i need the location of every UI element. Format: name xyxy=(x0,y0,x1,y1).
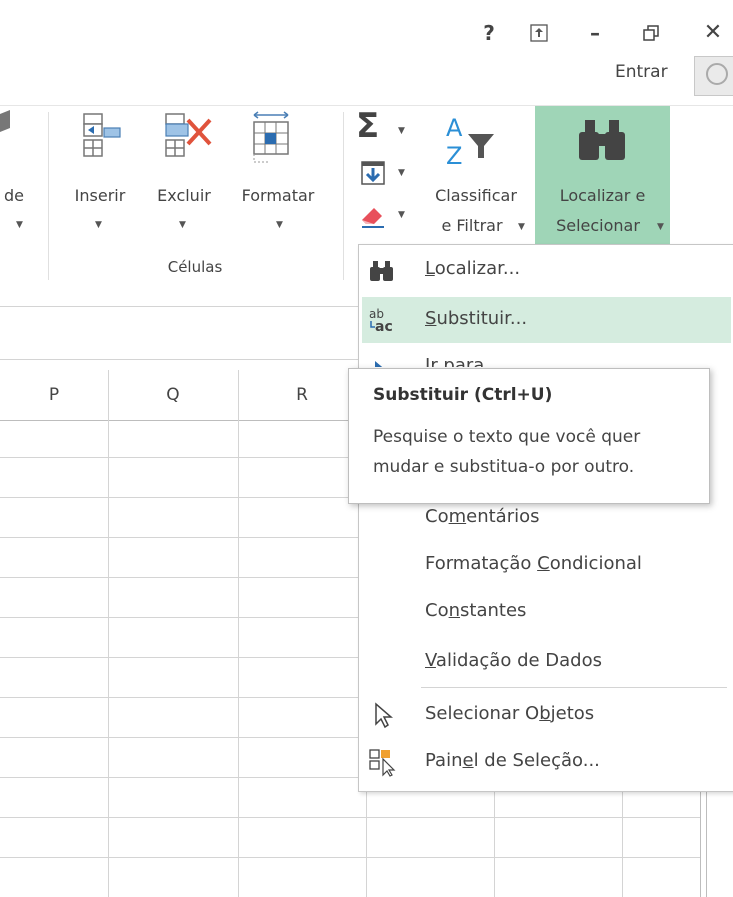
replace-icon: ab ac xyxy=(369,307,393,335)
tooltip-line-2: mudar e substitua-o por outro. xyxy=(373,457,635,477)
cells-group-label: Células xyxy=(167,258,223,276)
fill-button[interactable]: ▼ xyxy=(352,158,410,192)
chevron-down-icon: ▼ xyxy=(16,220,23,230)
restore-button[interactable] xyxy=(636,18,666,48)
menu-item-label: Comentários xyxy=(425,506,540,527)
column-header-r[interactable]: R xyxy=(238,370,366,420)
insert-label: Inserir xyxy=(74,186,126,205)
autosum-button[interactable]: Σ ▼ xyxy=(352,106,410,150)
binoculars-icon xyxy=(370,261,393,281)
arrow-right-icon xyxy=(375,361,383,367)
ribbon-display-icon xyxy=(530,24,548,42)
chevron-down-icon: ▼ xyxy=(518,222,525,232)
ribbon-display-options-button[interactable] xyxy=(524,18,554,48)
partial-group-label: de xyxy=(4,186,24,205)
tooltip-title: Substituir (Ctrl+U) xyxy=(373,385,553,405)
find-select-label-2: Selecionar xyxy=(556,216,640,235)
menu-separator xyxy=(421,687,727,688)
gridline xyxy=(494,790,495,897)
column-header-q[interactable]: Q xyxy=(108,370,238,420)
format-label: Formatar xyxy=(241,186,315,205)
tooltip-line-1: Pesquise o texto que você quer xyxy=(373,427,641,447)
insert-cells-icon xyxy=(83,113,121,157)
insert-button[interactable]: Inserir ▼ xyxy=(64,110,136,240)
menu-item-label: Selecionar Objetos xyxy=(425,703,595,724)
menu-item-select-objects[interactable]: Selecionar Objetos xyxy=(359,692,733,738)
format-cells-icon xyxy=(253,111,289,163)
group-separator xyxy=(343,112,344,280)
sign-in-link[interactable]: Entrar xyxy=(615,62,668,82)
find-select-menu: Localizar... ab ac Substituir... Ir para… xyxy=(358,244,733,792)
svg-text:Z: Z xyxy=(446,142,462,170)
chevron-down-icon: ▼ xyxy=(95,220,102,230)
svg-text:A: A xyxy=(446,114,463,142)
eraser-icon xyxy=(362,208,384,228)
gridline xyxy=(0,817,700,818)
close-button[interactable]: ✕ xyxy=(698,18,728,48)
menu-item-selection-pane[interactable]: Painel de Seleção... xyxy=(359,739,733,785)
gridline xyxy=(0,857,700,858)
find-select-button[interactable]: Localizar e Selecionar ▼ xyxy=(535,106,670,245)
menu-item-label: Formatação Condicional xyxy=(425,553,642,574)
partial-format-icon xyxy=(0,110,10,132)
avatar[interactable] xyxy=(694,56,733,96)
menu-item-label: Painel de Seleção... xyxy=(425,750,600,771)
menu-item-data-validation[interactable]: Validação de Dados xyxy=(359,639,733,685)
minimize-button[interactable]: – xyxy=(580,18,610,48)
sort-filter-label-2: e Filtrar xyxy=(441,216,503,235)
column-header-p[interactable]: P xyxy=(0,370,108,420)
menu-item-conditional-formatting[interactable]: Formatação Condicional xyxy=(359,542,733,588)
user-silhouette-icon xyxy=(706,63,728,85)
sort-filter-icon: A Z xyxy=(446,114,494,170)
help-button[interactable]: ? xyxy=(474,18,504,48)
menu-item-label: Constantes xyxy=(425,600,527,621)
format-button[interactable]: Formatar ▼ xyxy=(226,110,330,240)
binoculars-icon xyxy=(579,120,625,160)
menu-item-label: Validação de Dados xyxy=(425,650,602,671)
selection-pane-icon xyxy=(369,749,396,777)
menu-item-replace[interactable]: ab ac Substituir... xyxy=(362,297,731,343)
gridline xyxy=(622,790,623,897)
clear-button[interactable]: ▼ xyxy=(352,200,410,234)
cursor-arrow-icon xyxy=(375,702,394,729)
delete-label: Excluir xyxy=(157,186,211,205)
menu-item-find[interactable]: Localizar... xyxy=(359,247,733,293)
chevron-down-icon: ▼ xyxy=(398,210,405,220)
chevron-down-icon: ▼ xyxy=(398,168,405,178)
chevron-down-icon: ▼ xyxy=(657,222,664,232)
chevron-down-icon: ▼ xyxy=(276,220,283,230)
menu-item-label: Ir para... xyxy=(425,355,502,367)
menu-item-constants[interactable]: Constantes xyxy=(359,589,733,635)
sort-filter-button[interactable]: A Z Classificar e Filtrar ▼ xyxy=(420,110,532,242)
replace-tooltip: Substituir (Ctrl+U) Pesquise o texto que… xyxy=(348,368,710,504)
chevron-down-icon: ▼ xyxy=(179,220,186,230)
fill-down-icon xyxy=(361,161,385,185)
chevron-down-icon: ▼ xyxy=(398,126,405,136)
menu-item-label: Localizar... xyxy=(425,258,521,279)
delete-cells-icon xyxy=(165,113,212,157)
menu-item-label: Substituir... xyxy=(425,308,528,329)
group-separator xyxy=(48,112,49,280)
sum-icon: Σ xyxy=(356,106,380,146)
find-select-label-1: Localizar e xyxy=(559,186,646,205)
restore-icon xyxy=(643,25,659,41)
menu-item-goto[interactable]: Ir para... xyxy=(359,343,733,367)
sort-filter-label-1: Classificar xyxy=(435,186,517,205)
delete-button[interactable]: Excluir ▼ xyxy=(144,110,224,240)
svg-text:ac: ac xyxy=(375,319,393,335)
